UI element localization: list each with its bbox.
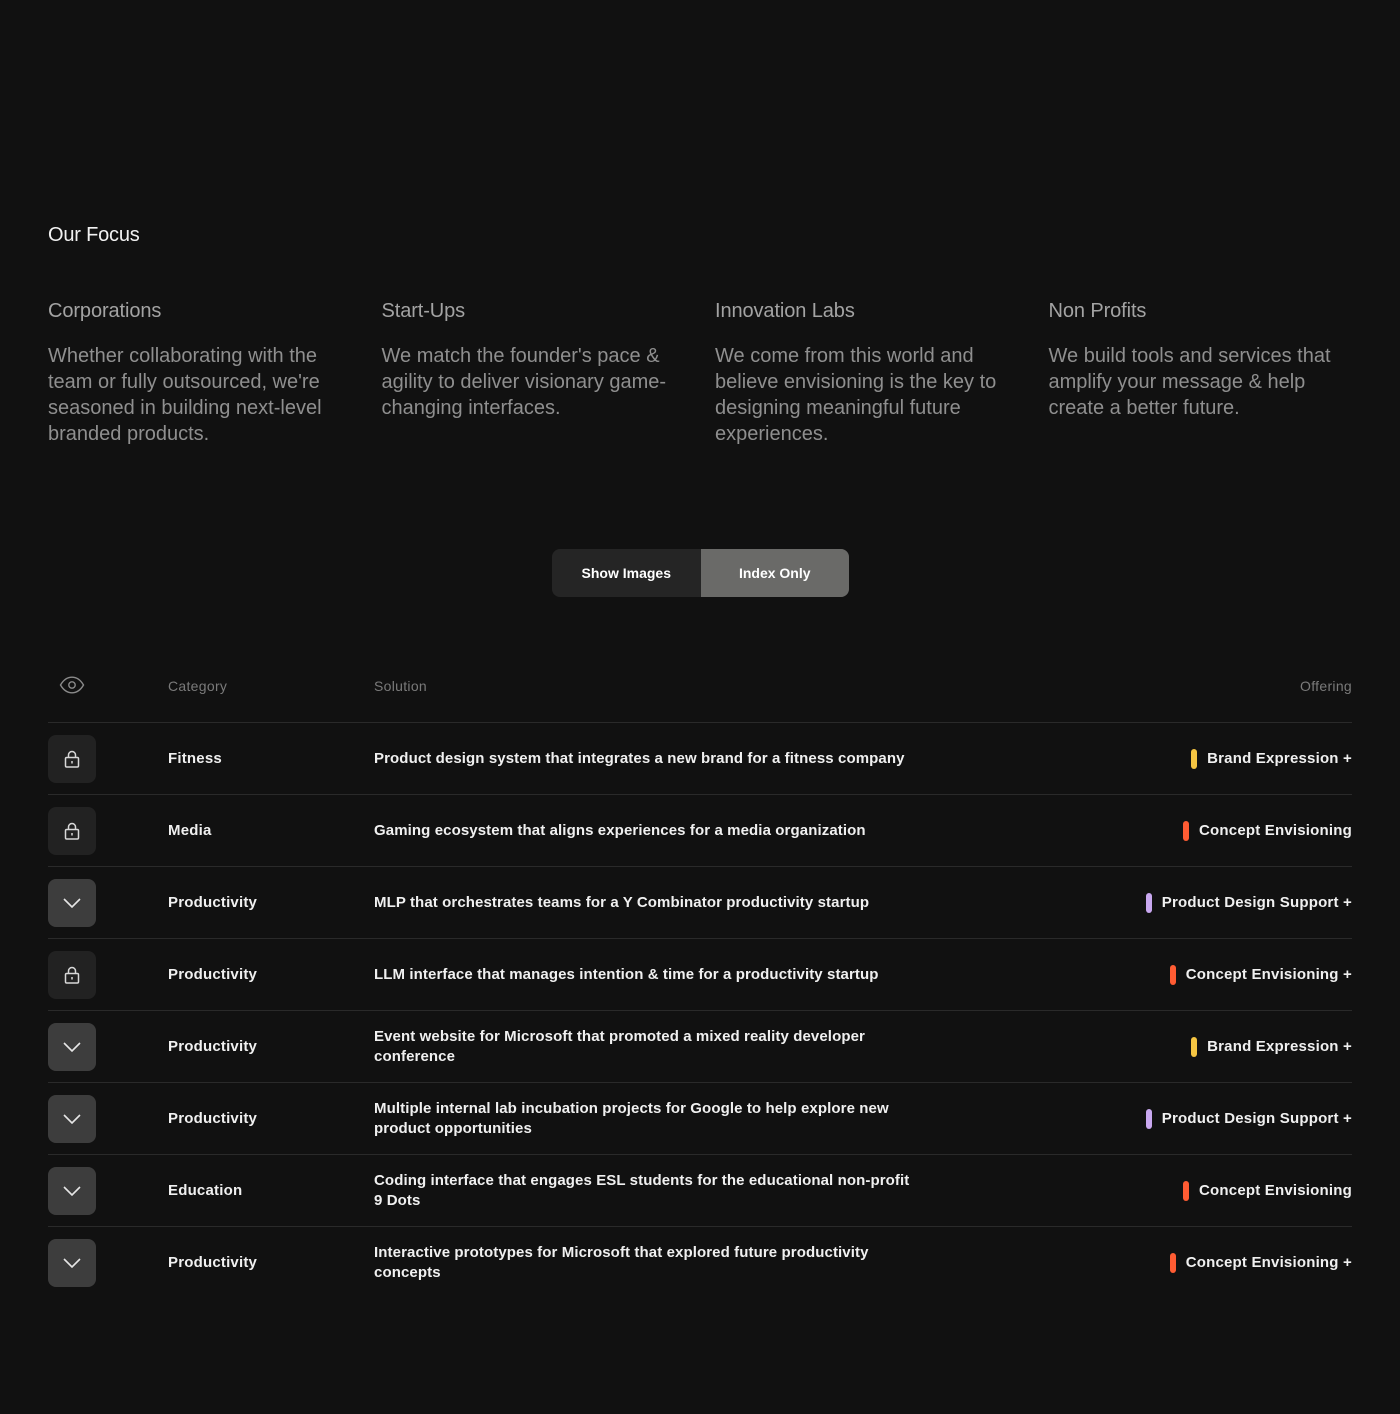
- offering-color-indicator: [1183, 820, 1190, 841]
- solution-cell: Interactive prototypes for Microsoft tha…: [374, 1243, 869, 1281]
- offering-label: Concept Envisioning +: [1185, 966, 1352, 983]
- lock-icon: [64, 822, 80, 840]
- offering-label: Product Design Support +: [1161, 894, 1352, 911]
- eye-icon[interactable]: [59, 674, 85, 696]
- offering-column-header: Offering: [1300, 678, 1352, 694]
- lock-button[interactable]: [48, 951, 96, 999]
- focus-column-non-profits: Non Profits We build tools and services …: [1049, 300, 1353, 447]
- category-cell: Productivity: [168, 1110, 258, 1127]
- focus-text: Whether collaborating with the team or f…: [48, 345, 322, 445]
- table-row[interactable]: Productivity Event website for Microsoft …: [48, 1011, 1352, 1083]
- lock-button[interactable]: [48, 735, 96, 783]
- solution-cell: Coding interface that engages ESL studen…: [374, 1171, 910, 1209]
- focus-heading: Non Profits: [1048, 300, 1147, 322]
- category-cell: Education: [168, 1182, 243, 1199]
- lock-icon: [64, 966, 80, 984]
- table-row[interactable]: Productivity Interactive prototypes for M…: [48, 1227, 1352, 1298]
- solution-column-header: Solution: [374, 678, 427, 694]
- index-only-button[interactable]: Index Only: [700, 549, 849, 597]
- table-row[interactable]: Productivity MLP that orchestrates teams …: [48, 867, 1352, 939]
- page: Our Focus Corporations Whether collabora…: [0, 0, 1400, 1414]
- category-cell: Productivity: [168, 894, 258, 911]
- offering-cell[interactable]: Concept Envisioning +: [1169, 939, 1352, 1010]
- projects-table: Category Solution Offering Fitness Produc…: [48, 650, 1352, 1298]
- solution-cell: Gaming ecosystem that aligns experiences…: [374, 821, 866, 839]
- solution-cell: LLM interface that manages intention & t…: [374, 965, 879, 983]
- category-cell: Productivity: [168, 1254, 258, 1271]
- offering-color-indicator: [1191, 1036, 1198, 1057]
- show-images-button[interactable]: Show Images: [552, 549, 701, 597]
- solution-cell: Product design system that integrates a …: [374, 749, 905, 767]
- offering-color-indicator: [1169, 964, 1176, 985]
- offering-color-indicator: [1183, 1180, 1190, 1201]
- offering-cell[interactable]: Concept Envisioning +: [1169, 1227, 1352, 1298]
- offering-label: Concept Envisioning: [1199, 1182, 1352, 1199]
- offering-color-indicator: [1145, 1108, 1152, 1129]
- solution-cell: Event website for Microsoft that promote…: [374, 1027, 865, 1065]
- offering-cell[interactable]: Brand Expression +: [1191, 723, 1352, 794]
- table-body: Fitness Product design system that integr…: [48, 723, 1352, 1298]
- table-row[interactable]: Productivity LLM interface that manages i…: [48, 939, 1352, 1011]
- category-column-header: Category: [168, 678, 228, 694]
- category-cell: Fitness: [168, 750, 222, 767]
- offering-cell[interactable]: Concept Envisioning: [1183, 795, 1352, 866]
- focus-column-corporations: Corporations Whether collaborating with …: [48, 300, 352, 447]
- table-header: Category Solution Offering: [48, 650, 1352, 723]
- expand-button[interactable]: [48, 1023, 96, 1071]
- offering-cell[interactable]: Concept Envisioning: [1183, 1155, 1352, 1226]
- chevron-down-icon: [63, 1258, 81, 1268]
- offering-cell[interactable]: Brand Expression +: [1191, 1011, 1352, 1082]
- lock-button[interactable]: [48, 807, 96, 855]
- table-row[interactable]: Education Coding interface that engages E…: [48, 1155, 1352, 1227]
- focus-column-start-ups: Start-Ups We match the founder's pace & …: [382, 300, 686, 447]
- focus-heading: Start-Ups: [381, 300, 466, 322]
- category-cell: Productivity: [168, 1038, 258, 1055]
- focus-text: We build tools and services that amplify…: [1048, 345, 1331, 419]
- expand-button[interactable]: [48, 1095, 96, 1143]
- focus-grid: Corporations Whether collaborating with …: [48, 300, 1352, 447]
- chevron-down-icon: [63, 898, 81, 908]
- offering-label: Concept Envisioning: [1199, 822, 1352, 839]
- category-cell: Media: [168, 822, 212, 839]
- expand-button[interactable]: [48, 879, 96, 927]
- section-title: Our Focus: [48, 224, 140, 246]
- table-row[interactable]: Fitness Product design system that integr…: [48, 723, 1352, 795]
- focus-text: We come from this world and believe envi…: [715, 345, 997, 445]
- table-row[interactable]: Media Gaming ecosystem that aligns experi…: [48, 795, 1352, 867]
- offering-label: Brand Expression +: [1207, 1038, 1352, 1055]
- offering-cell[interactable]: Product Design Support +: [1145, 867, 1352, 938]
- chevron-down-icon: [63, 1186, 81, 1196]
- focus-heading: Innovation Labs: [715, 300, 855, 322]
- offering-color-indicator: [1169, 1252, 1176, 1273]
- chevron-down-icon: [63, 1042, 81, 1052]
- solution-cell: Multiple internal lab incubation project…: [374, 1099, 889, 1137]
- offering-color-indicator: [1145, 892, 1152, 913]
- solution-cell: MLP that orchestrates teams for a Y Comb…: [374, 893, 870, 911]
- offering-label: Product Design Support +: [1161, 1110, 1352, 1127]
- offering-label: Concept Envisioning +: [1185, 1254, 1352, 1271]
- view-toggle: Show Images Index Only: [552, 549, 849, 597]
- offering-color-indicator: [1191, 748, 1198, 769]
- focus-text: We match the founder's pace & agility to…: [381, 345, 667, 419]
- expand-button[interactable]: [48, 1167, 96, 1215]
- expand-button[interactable]: [48, 1239, 96, 1287]
- lock-icon: [64, 750, 80, 768]
- focus-heading: Corporations: [48, 300, 162, 322]
- offering-cell[interactable]: Product Design Support +: [1145, 1083, 1352, 1154]
- focus-column-innovation-labs: Innovation Labs We come from this world …: [715, 300, 1019, 447]
- chevron-down-icon: [63, 1114, 81, 1124]
- offering-label: Brand Expression +: [1207, 750, 1352, 767]
- table-row[interactable]: Productivity Multiple internal lab incuba…: [48, 1083, 1352, 1155]
- category-cell: Productivity: [168, 966, 258, 983]
